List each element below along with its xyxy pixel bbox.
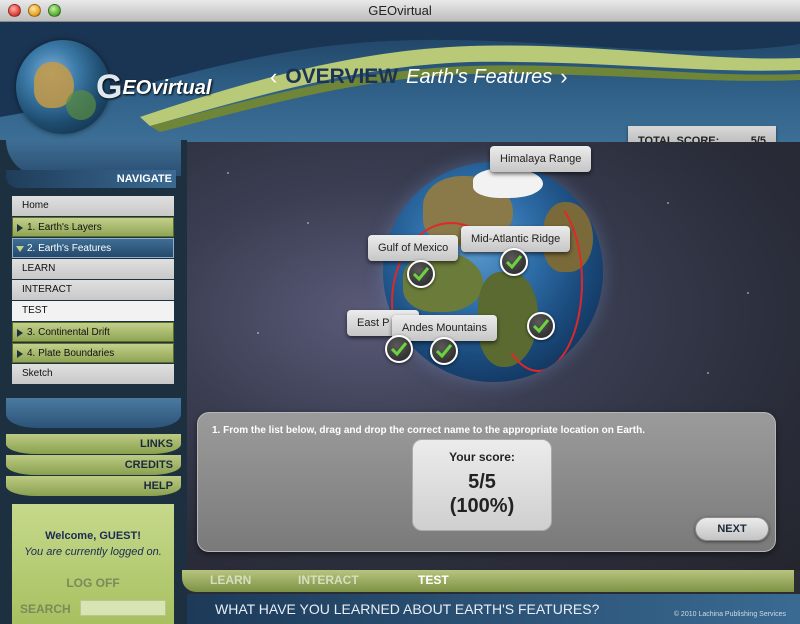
label-gulf-of-mexico[interactable]: Gulf of Mexico [368,235,459,261]
nav-item-plate-boundaries[interactable]: 4. Plate Boundaries [12,343,174,363]
user-panel: Welcome, GUEST! You are currently logged… [12,504,174,624]
score-percent: (100%) [449,495,515,517]
question-text: 1. From the list below, drag and drop th… [212,425,646,436]
question-panel: 1. From the list below, drag and drop th… [197,412,776,552]
links-area-band [6,398,181,428]
logged-in-text: You are currently logged on. [24,546,162,558]
check-icon [407,260,435,288]
nav-item-continental-drift[interactable]: 3. Continental Drift [12,322,174,342]
score-label: Your score: [449,450,515,464]
logo-text-eo: EO [122,77,152,99]
check-icon [500,248,528,276]
help-button[interactable]: HELP [6,476,181,496]
nav-list: Home 1. Earth's Layers 2. Earth's Featur… [12,196,174,385]
check-icon [430,337,458,365]
nav-item-sketch[interactable]: Sketch [12,364,174,384]
section-header: ‹ OVERVIEW Earth's Features › [270,62,568,92]
label-himalaya-range[interactable]: Himalaya Range [490,146,592,172]
previous-section-arrow-icon[interactable]: ‹ [270,64,277,90]
links-button[interactable]: LINKS [6,434,181,454]
topic-title: Earth's Features [406,65,553,88]
app-header: GEOvirtual ‹ OVERVIEW Earth's Features › [0,22,800,142]
tab-learn[interactable]: LEARN [210,573,251,587]
nav-item-earths-features[interactable]: 2. Earth's Features [12,238,174,258]
nav-item-learn[interactable]: LEARN [12,259,174,279]
logo-text-suffix: virtual [151,77,212,99]
check-icon [385,335,413,363]
app-logo[interactable]: GEOvirtual [96,64,212,106]
navigate-label: NAVIGATE [6,170,176,188]
search-label: SEARCH [20,602,71,616]
sidebar: NAVIGATE Home 1. Earth's Layers 2. Earth… [0,140,187,624]
check-icon [527,312,555,340]
logo-letter: G [96,68,123,106]
footer: WHAT HAVE YOU LEARNED ABOUT EARTH'S FEAT… [187,594,800,624]
footer-question: WHAT HAVE YOU LEARNED ABOUT EARTH'S FEAT… [215,601,600,617]
section-tabs: LEARN INTERACT TEST [182,570,794,592]
next-section-arrow-icon[interactable]: › [560,64,567,90]
nav-item-interact[interactable]: INTERACT [12,280,174,300]
window-titlebar: GEOvirtual [0,0,800,22]
nav-item-home[interactable]: Home [12,196,174,216]
nav-item-test[interactable]: TEST [12,301,174,321]
search-input[interactable] [80,600,166,616]
section-title: OVERVIEW [285,65,399,88]
links-area: LINKS CREDITS HELP [6,398,181,498]
score-panel: Your score: 5/5 (100%) [412,439,552,531]
tab-interact[interactable]: INTERACT [298,573,359,587]
copyright-text: © 2010 Lachina Publishing Services [673,611,786,618]
nav-item-earths-layers[interactable]: 1. Earth's Layers [12,217,174,237]
next-button[interactable]: NEXT [695,517,769,541]
credits-button[interactable]: CREDITS [6,455,181,475]
logoff-button[interactable]: LOG OFF [12,576,174,590]
main-stage: Himalaya Range Mid-Atlantic Ridge Gulf o… [187,142,800,570]
welcome-text: Welcome, GUEST! [45,530,141,542]
score-value: 5/5 [468,471,496,493]
tab-test[interactable]: TEST [418,573,449,587]
window-title: GEOvirtual [368,3,432,18]
